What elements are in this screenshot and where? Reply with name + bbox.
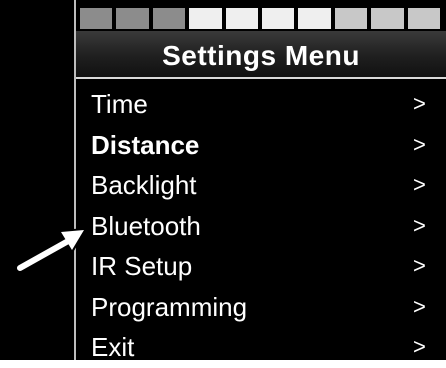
chevron-right-icon: > — [413, 91, 426, 116]
segment-6 — [262, 8, 295, 29]
segment-9 — [371, 8, 404, 29]
menu-item-label: IR Setup — [91, 251, 193, 281]
menu-item-label: Bluetooth — [91, 210, 201, 241]
chevron-right-icon: > — [413, 253, 426, 278]
menu-item-ir-setup[interactable]: IR Setup > — [76, 246, 446, 287]
segment-4 — [189, 8, 222, 29]
menu-item-label: Programming — [91, 291, 248, 322]
segment-5 — [225, 8, 259, 29]
menu-item-programming[interactable]: Programming > — [76, 287, 446, 328]
segment-2 — [116, 8, 149, 29]
page-title: Settings Menu — [162, 40, 360, 71]
segment-7 — [298, 8, 331, 29]
menu-item-backlight[interactable]: Backlight > — [76, 165, 446, 206]
chevron-right-icon: > — [413, 293, 426, 319]
chevron-right-icon: > — [413, 131, 426, 157]
segment-8 — [334, 8, 368, 29]
menu-item-label: Backlight — [91, 170, 197, 200]
segment-1 — [80, 8, 113, 29]
settings-menu: Time > Distance > Backlight > Bluetooth … — [76, 84, 446, 368]
menu-item-label: Distance — [91, 129, 200, 160]
chevron-right-icon: > — [413, 172, 426, 197]
segment-10 — [407, 8, 441, 29]
chevron-right-icon: > — [413, 212, 426, 238]
device-screen: Settings Menu Time > Distance > Backligh… — [0, 0, 446, 362]
segment-3 — [152, 8, 186, 29]
menu-item-time[interactable]: Time > — [76, 84, 446, 125]
menu-header: Settings Menu — [76, 31, 446, 79]
chevron-right-icon: > — [413, 334, 426, 359]
menu-item-bluetooth[interactable]: Bluetooth > — [76, 206, 446, 247]
progress-segments — [80, 8, 441, 29]
menu-item-distance[interactable]: Distance > — [76, 125, 446, 166]
menu-item-exit[interactable]: Exit > — [76, 327, 446, 368]
menu-item-label: Exit — [91, 332, 135, 362]
menu-item-label: Time — [91, 89, 148, 119]
